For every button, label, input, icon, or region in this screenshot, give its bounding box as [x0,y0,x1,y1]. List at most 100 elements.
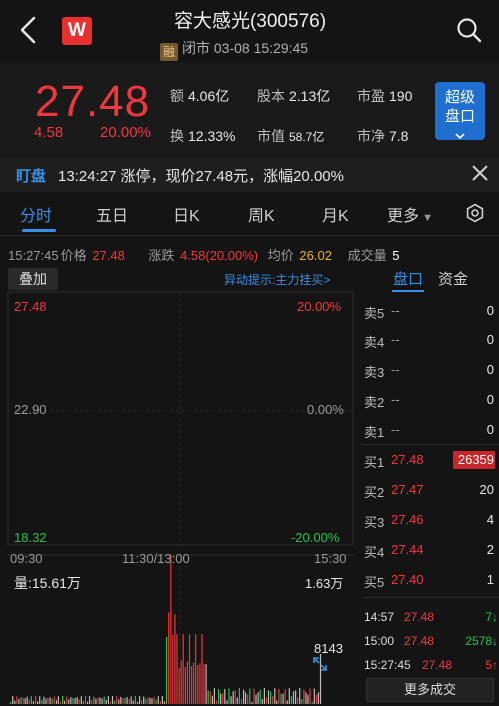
volume-bar [270,691,272,704]
volume-bar [163,701,166,704]
volume-bar [57,696,59,704]
volume-bar [305,692,307,704]
volume-bar [87,701,89,704]
order-book-tab-indicator [392,290,424,292]
stock-title: 容大感光(300576) [173,11,327,32]
tab-capital-flow[interactable]: 资金 [438,268,468,289]
price-change: 4.58 [34,124,64,141]
back-icon[interactable] [14,14,44,46]
time-label-close: 15:30 [314,551,347,566]
volume-bar [111,696,114,704]
volume-bar [118,699,120,704]
tab-intraday[interactable]: 分时 [20,202,52,226]
volume-bar [14,700,16,704]
axis-price-low: 18.32 [14,530,47,545]
volume-axis-max: 1.63万 [305,576,344,591]
volume-bar [243,689,245,704]
volume-bar [263,688,265,704]
volume-bar [176,634,178,704]
volume-bar [32,701,35,704]
volume-bar [95,698,97,704]
tab-weekly-k[interactable]: 周K [248,202,275,226]
tab-order-book[interactable]: 盘口 [393,268,423,289]
volume-bar [199,663,201,704]
chevron-down-icon [455,133,465,140]
ask-row-3: 卖3 -- 0 [364,362,494,380]
search-icon[interactable] [455,16,483,44]
expand-icon[interactable] [312,656,328,672]
volume-bar [130,696,132,704]
volume-bar [91,700,93,704]
turnover-amount: 额 4.06亿 [170,88,230,104]
bid-row-1: 买1 27.48 26359 [364,452,494,470]
volume-bar [220,693,222,704]
volume-bar [230,696,232,704]
volume-bar [228,688,230,704]
volume-bar [211,696,213,704]
alert-text: 13:24:27 涨停，现价27.48元，涨幅20.00% [58,168,344,185]
pe-ratio: 市盈 190 [357,88,413,104]
volume-bar [28,699,30,704]
volume-bar [315,694,317,704]
pb-ratio: 市净 7.8 [357,128,409,144]
volume-bar [134,696,136,704]
intraday-chart[interactable] [0,266,360,706]
ask-row-4: 卖4 -- 0 [364,332,494,350]
tab-active-indicator [22,229,56,232]
volume-bar [288,688,290,704]
volume-bar [74,698,76,704]
volume-bar [191,665,193,704]
turnover-rate: 换 12.33% [170,128,236,144]
volume-bar [159,701,161,704]
volume-bar [26,696,28,704]
volume-bar [299,688,301,704]
volume-bar [218,689,220,704]
close-icon[interactable] [470,163,490,183]
volume-bar [172,634,174,704]
volume-bar [253,688,255,704]
volume-bar [151,698,153,704]
volume-bar [55,700,57,704]
volume-bar [205,664,207,704]
settings-icon[interactable] [465,203,485,223]
volume-bar [84,696,87,704]
super-pankou-button[interactable]: 超级 盘口 [435,82,485,140]
volume-bar [232,691,234,704]
volume-bar [184,666,186,704]
bid-row-4: 买4 27.44 2 [364,542,494,560]
volume-bar [147,697,149,704]
volume-bar [78,699,80,704]
more-trades-button[interactable]: 更多成交 [366,678,494,702]
tab-monthly-k[interactable]: 月K [322,202,349,226]
alert-tag[interactable]: 盯盘 [16,165,46,186]
tab-daily-k[interactable]: 日K [173,202,200,226]
app-logo-icon[interactable]: W [62,17,92,45]
overlay-button[interactable]: 叠加 [8,268,58,290]
volume-bar [143,696,145,704]
tab-more[interactable]: 更多 ▼ [387,202,433,226]
volume-bar [203,664,205,704]
volume-bar [201,634,203,704]
volume-bar [309,688,311,704]
trades-divider [362,597,499,598]
volume-bar [207,690,209,704]
volume-bar [37,701,39,704]
tab-five-day[interactable]: 五日 [96,202,128,226]
anomaly-hint-link[interactable]: 异动提示:主力挂买> [224,271,330,288]
bid-row-5: 买5 27.40 1 [364,572,494,590]
volume-bar [20,697,22,704]
volume-bar [41,699,43,704]
crosshair-info-row: 15:27:45 价格 27.48 涨跌 4.58(20.00%) 均价 26.0… [8,248,400,263]
volume-bar [155,699,157,704]
volume-bar [195,634,197,704]
volume-bar [303,689,305,704]
volume-bar [128,699,130,704]
volume-bar [141,700,143,704]
volume-bar [292,691,295,704]
volume-bar [301,699,303,704]
volume-bar [247,694,249,704]
volume-bar [103,696,105,704]
volume-bar [245,692,247,704]
volume-bar [35,696,37,704]
volume-bar [80,696,82,704]
